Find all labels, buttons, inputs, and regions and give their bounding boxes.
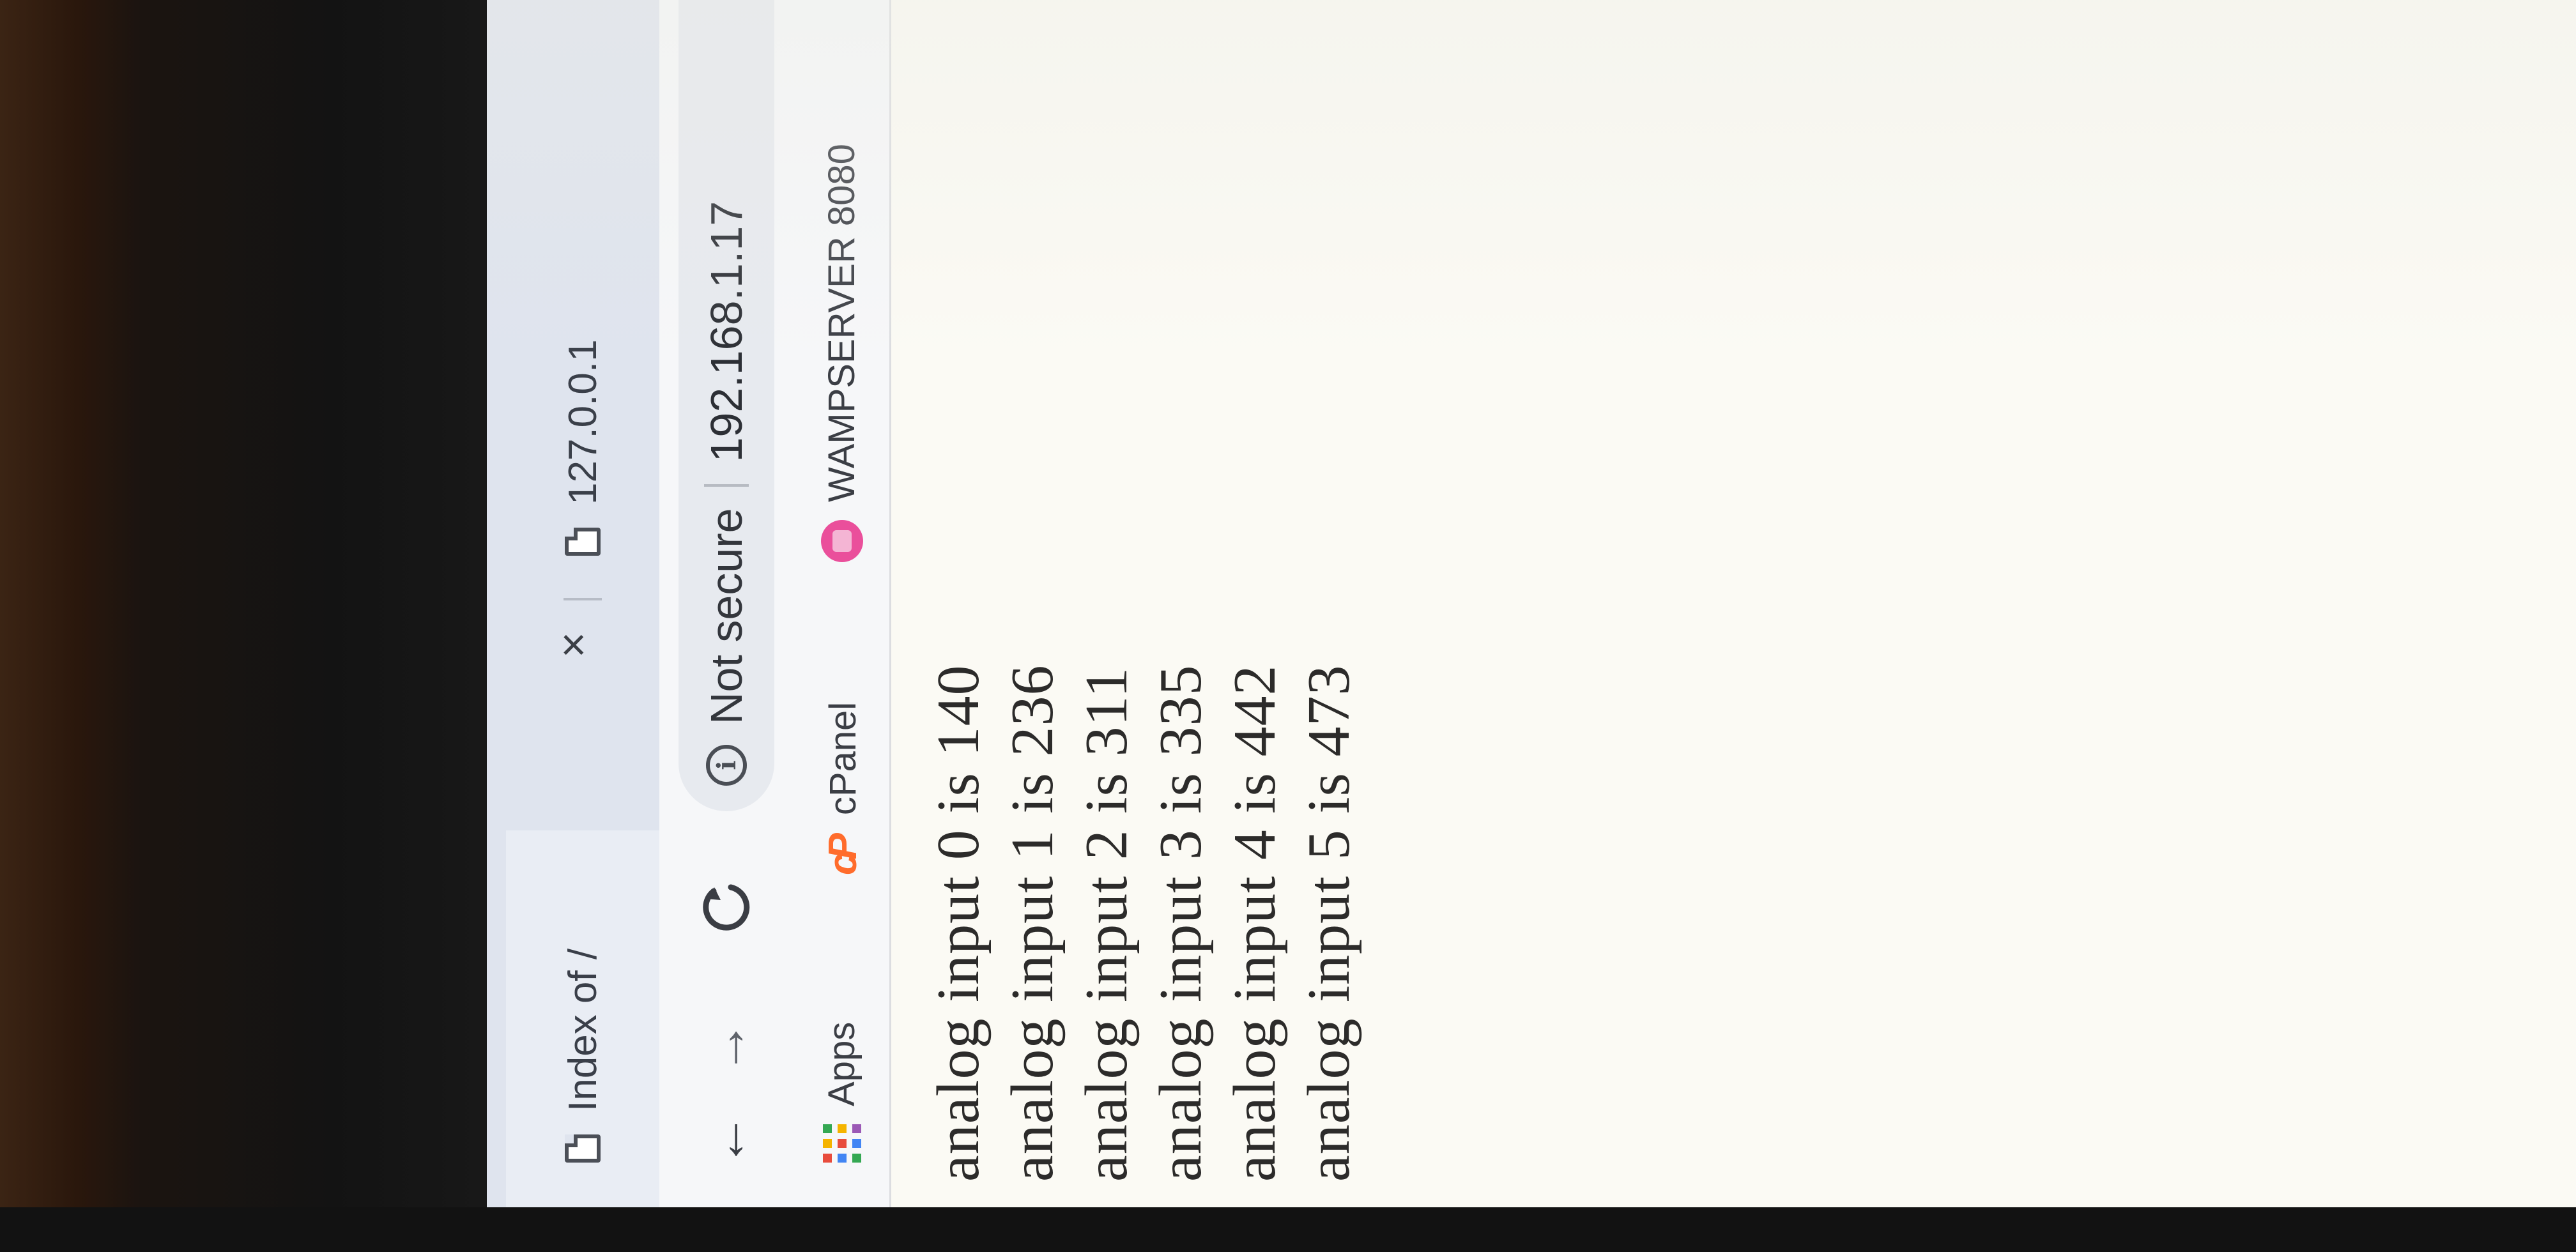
tab-divider	[564, 598, 602, 600]
page-icon	[565, 528, 601, 556]
browser-window: Index of / × 127.0.0.1 ← → i Not secure …	[487, 0, 2576, 1207]
reload-icon[interactable]	[694, 875, 758, 939]
bookmark-label: WAMPSERVER 8080	[821, 144, 862, 502]
bookmark-label: Apps	[821, 1021, 862, 1106]
bookmark-apps[interactable]: Apps	[820, 1022, 863, 1163]
tab-index-of[interactable]: Index of /	[506, 830, 659, 1207]
bookmark-cpanel[interactable]: cP cPanel	[820, 702, 866, 875]
bookmark-label: cPanel	[822, 701, 864, 816]
reload-arrow-svg	[703, 884, 750, 931]
monitor-bezel	[0, 1207, 2576, 1252]
tab-title: 127.0.0.1	[560, 339, 605, 505]
bookmarks-bar: Apps cP cPanel WAMPSERVER 8080	[793, 0, 891, 1207]
back-arrow-icon[interactable]: ←	[694, 1108, 758, 1172]
analog-reading-line: analog input 2 is 311	[1073, 666, 1140, 1182]
address-divider	[704, 484, 749, 487]
page-icon	[565, 1134, 601, 1163]
cpanel-logo-icon: cP	[821, 839, 865, 875]
info-icon[interactable]: i	[706, 745, 747, 786]
security-status[interactable]: Not secure	[701, 508, 752, 724]
tab-strip: Index of / × 127.0.0.1	[487, 0, 659, 1207]
tab-title: Index of /	[560, 948, 605, 1111]
close-tab-icon[interactable]: ×	[548, 632, 599, 658]
bookmark-wampserver[interactable]: WAMPSERVER 8080	[820, 144, 863, 562]
analog-reading-line: analog input 0 is 140	[925, 664, 992, 1182]
page-content: analog input 0 is 140 analog input 1 is …	[921, 32, 1366, 1182]
tab-127-0-0-1[interactable]: 127.0.0.1	[506, 339, 659, 556]
wampserver-icon	[820, 520, 863, 562]
apps-grid-icon	[822, 1124, 861, 1163]
analog-reading-line: analog input 3 is 335	[1147, 664, 1214, 1182]
address-bar[interactable]: i Not secure 192.168.1.17	[678, 0, 774, 811]
analog-reading-line: analog input 1 is 236	[999, 664, 1066, 1182]
analog-reading-line: analog input 5 is 473	[1296, 664, 1362, 1182]
forward-arrow-icon[interactable]: →	[694, 1016, 758, 1080]
analog-reading-line: analog input 4 is 442	[1222, 664, 1288, 1182]
browser-toolbar: ← → i Not secure 192.168.1.17	[659, 0, 793, 1207]
url-text[interactable]: 192.168.1.17	[701, 201, 752, 462]
